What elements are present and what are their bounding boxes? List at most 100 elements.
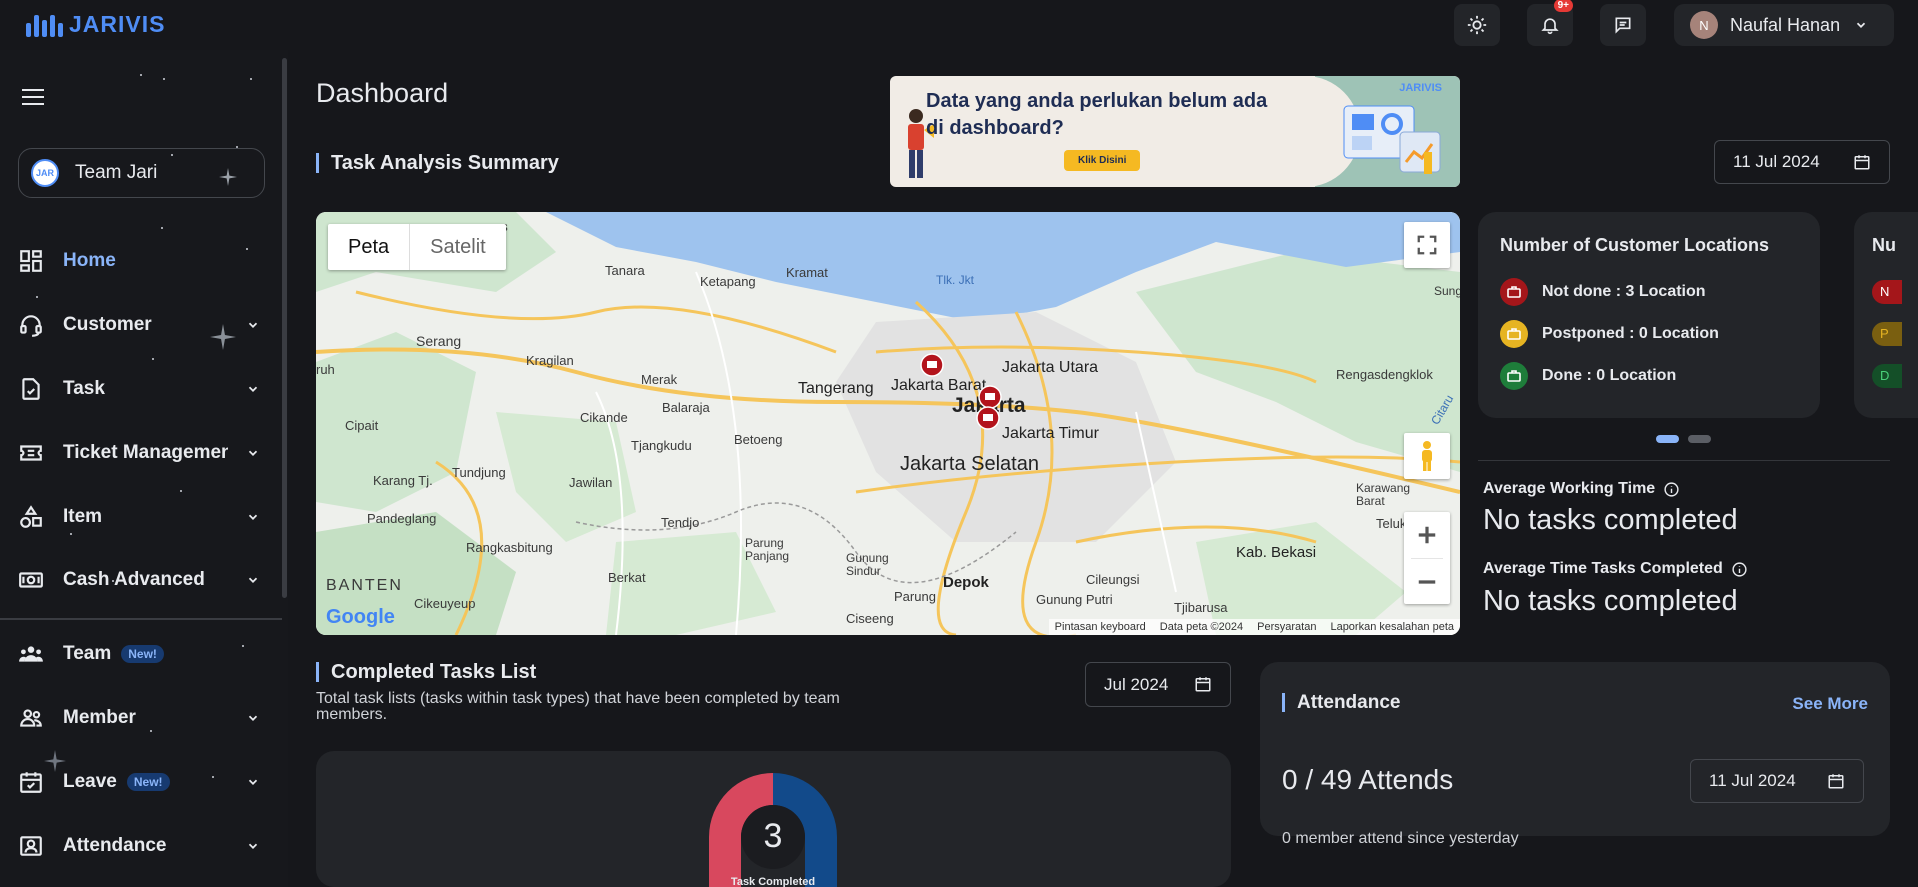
app-logo[interactable]: JARIVIS (26, 11, 165, 38)
completed-tasks-donut[interactable]: 3 Task Completed (683, 751, 863, 887)
briefcase-icon (1500, 320, 1528, 348)
map-footer-data: Data peta ©2024 (1159, 621, 1244, 633)
map-tab-satelit[interactable]: Satelit (410, 224, 506, 270)
google-logo: Google (326, 606, 395, 629)
map-zoom-controls (1404, 512, 1450, 604)
divider (1478, 460, 1890, 461)
calendar-icon (1828, 774, 1844, 789)
carousel-dot-1[interactable] (1656, 435, 1679, 443)
sidebar-item-label: Attendance (63, 835, 167, 856)
avg-working-time-value: No tasks completed (1483, 504, 1738, 536)
messages-button[interactable] (1600, 4, 1646, 46)
map-pin-not-done[interactable] (920, 353, 944, 377)
sidebar-item-attendance[interactable]: Attendance (0, 820, 282, 872)
next-card-row: P (1872, 322, 1902, 346)
map-label-cikande: Cikande (580, 410, 628, 425)
carousel-dots (1656, 435, 1711, 443)
plus-icon (1418, 526, 1436, 544)
sidebar-item-cash-advanced[interactable]: Cash Advanced (0, 554, 282, 606)
carousel-dot-2[interactable] (1688, 435, 1711, 443)
menu-toggle-button[interactable] (22, 88, 44, 111)
donut-value: 3 (764, 817, 783, 855)
sidebar-item-task[interactable]: Task (0, 363, 282, 415)
sidebar-item-label: Team (63, 643, 112, 664)
map-label-jakarta-barat: Jakarta Barat (891, 377, 987, 394)
map-pin-not-done[interactable] (976, 406, 1000, 430)
map-label-tanara: Tanara (605, 263, 646, 278)
attendance-date-input[interactable]: 11 Jul 2024 (1690, 759, 1864, 803)
map-type-toggle: Peta Satelit (328, 224, 506, 270)
summary-date-input[interactable]: 11 Jul 2024 (1714, 140, 1890, 184)
chevron-down-icon (248, 779, 258, 785)
sidebar-item-team[interactable]: Team New! (0, 628, 282, 680)
map-label-tundjung: Tundjung (452, 465, 506, 480)
map-label-rengasdengklok: Rengasdengklok (1336, 367, 1433, 382)
sidebar-item-item[interactable]: Item (0, 491, 282, 543)
map-canvas[interactable]: Tlk. Jkt omas Tanara Ketapang Kramat Ser… (316, 212, 1460, 635)
completed-month-input[interactable]: Jul 2024 (1085, 662, 1231, 707)
notification-badge: 9+ (1553, 0, 1573, 12)
map-footer: Pintasan keyboard Data peta ©2024 Persya… (1048, 619, 1460, 635)
team-avatar: JAR (31, 159, 59, 187)
map-pin-not-done[interactable] (978, 385, 1002, 409)
notifications-button[interactable]: 9+ (1527, 0, 1573, 46)
sidebar-item-leave[interactable]: Leave New! (0, 756, 282, 808)
info-icon[interactable] (1663, 481, 1680, 498)
map-label-jakarta-selatan: Jakarta Selatan (900, 453, 1039, 475)
map-label-cileungsi: Cileungsi (1086, 572, 1140, 587)
map-label-ruh: ruh (316, 362, 335, 377)
new-badge: New! (121, 644, 164, 663)
theme-toggle-button[interactable] (1454, 4, 1500, 46)
calendar-icon (1195, 677, 1211, 692)
sun-icon (1467, 15, 1487, 35)
map-footer-report[interactable]: Laporkan kesalahan peta (1330, 621, 1454, 633)
map-label-balaraja: Balaraja (662, 400, 710, 415)
task-analysis-title: Task Analysis Summary (316, 153, 559, 173)
chevron-down-icon (248, 715, 258, 721)
next-card-title: Nu (1872, 235, 1896, 255)
sidebar-item-label: Ticket Management (63, 442, 228, 463)
sidebar-item-ticket-management[interactable]: Ticket Management (0, 427, 282, 479)
team-switcher[interactable]: JAR Team Jari (18, 148, 265, 198)
map-label-jakarta-utara: Jakarta Utara (1002, 359, 1098, 376)
map-footer-shortcuts[interactable]: Pintasan keyboard (1055, 621, 1146, 633)
sidebar-scrollbar[interactable] (282, 58, 287, 598)
top-bar: JARIVIS 9+ N Naufal Hanan (0, 0, 1918, 50)
attendance-card: Attendance See More 0 / 49 Attends 11 Ju… (1260, 662, 1890, 847)
banner-cta-button[interactable]: Klik Disini (1064, 150, 1141, 171)
location-status-label: Done : 0 Location (1542, 367, 1677, 384)
user-menu-button[interactable]: N Naufal Hanan (1674, 4, 1894, 46)
map-label-pandeglang: Pandeglang (367, 511, 436, 526)
sidebar-item-home[interactable]: Home (0, 235, 282, 287)
zoom-in-button[interactable] (1416, 512, 1438, 558)
map-streetview-button[interactable] (1404, 433, 1450, 479)
sidebar-item-label: Item (63, 506, 103, 527)
ticket-icon (20, 445, 42, 461)
banner-line-1: Data yang anda perlukan belum ada (926, 90, 1268, 112)
map-label-karang-tj: Karang Tj. (373, 473, 433, 488)
map-tab-peta[interactable]: Peta (328, 224, 411, 270)
chevron-down-icon (248, 322, 258, 328)
sidebar-item-member[interactable]: Member (0, 692, 282, 744)
hamburger-icon (22, 89, 44, 105)
location-status-label: Not done : 3 Location (1542, 283, 1706, 300)
customer-locations-title: Number of Customer Locations (1500, 235, 1770, 255)
avatar: N (1690, 11, 1718, 39)
sidebar-item-customer[interactable]: Customer (0, 299, 282, 351)
zoom-out-button[interactable] (1411, 558, 1443, 604)
map-fullscreen-button[interactable] (1404, 222, 1450, 268)
new-badge: New! (126, 772, 170, 791)
team-name: Team Jari (75, 162, 158, 183)
map-footer-terms[interactable]: Persyaratan (1257, 621, 1316, 633)
chevron-down-icon (248, 450, 258, 456)
summary-date-value: 11 Jul 2024 (1733, 152, 1820, 171)
dashboard-illustration-icon (1343, 105, 1441, 174)
info-icon[interactable] (1731, 561, 1748, 578)
promo-banner[interactable]: Data yang anda perlukan belum ada di das… (890, 76, 1460, 187)
sidebar-item-label: Member (63, 707, 136, 728)
map-label-tangerang: Tangerang (798, 380, 874, 397)
customer-map[interactable]: Tlk. Jkt omas Tanara Ketapang Kramat Ser… (316, 212, 1460, 635)
location-status-not-done: Not done : 3 Location (1500, 278, 1706, 306)
map-label-cipait: Cipait (345, 418, 379, 433)
see-more-link[interactable]: See More (1792, 694, 1868, 714)
